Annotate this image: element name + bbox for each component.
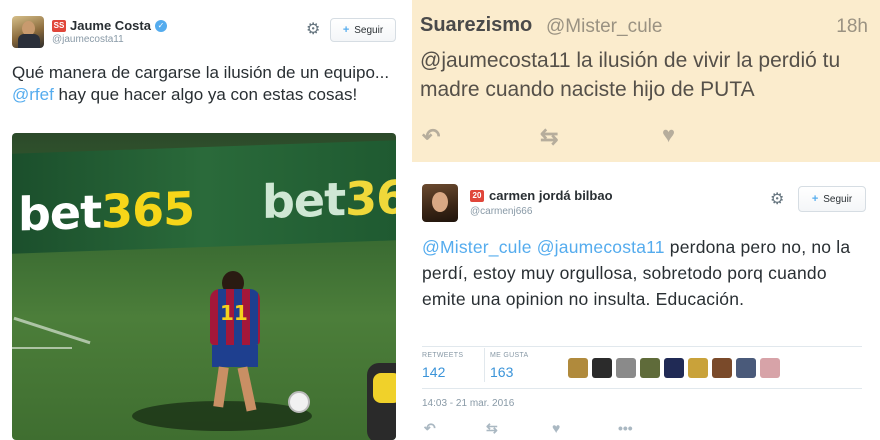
follow-button[interactable]: + Seguir [330, 18, 396, 42]
badge-icon: SS [52, 19, 66, 32]
retweets-count[interactable]: 142 [422, 364, 445, 380]
board-text-white: bet [262, 172, 346, 229]
likes-count[interactable]: 163 [490, 364, 513, 380]
author-handle[interactable]: @jaumecosta11 [52, 34, 124, 45]
tweet-text: @jaumecosta11 la ilusión de vivir la per… [420, 49, 841, 101]
avatar-face [432, 192, 448, 212]
mention-link[interactable]: @jaumecosta11 [537, 237, 665, 257]
retweet-icon[interactable]: ⇆ [540, 124, 558, 150]
liker-avatar[interactable] [688, 358, 708, 378]
heart-icon[interactable]: ♥ [662, 122, 675, 148]
board-text-yellow: 365 [101, 181, 195, 239]
gear-icon[interactable]: ⚙ [770, 192, 784, 208]
football [288, 391, 310, 413]
tweet-text: Qué manera de cargarse la ilusión de un … [12, 62, 392, 106]
author-name[interactable]: Suarezismo [420, 14, 532, 37]
liker-avatar[interactable] [592, 358, 612, 378]
tweet-photo[interactable]: bet365 bet36 11 [12, 133, 396, 440]
add-user-icon: + [811, 193, 819, 205]
board-text-white: bet [18, 184, 102, 242]
reply-icon[interactable]: ↶ [424, 420, 436, 437]
likes-label: ME GUSTA [490, 352, 529, 359]
avatar[interactable] [422, 184, 458, 222]
liker-avatar[interactable] [664, 358, 684, 378]
player-shorts [212, 345, 258, 367]
board-text: bet36 [262, 170, 396, 229]
avatar[interactable] [12, 16, 44, 48]
retweet-icon[interactable]: ⇆ [486, 420, 498, 437]
tweet-time[interactable]: 18h [836, 16, 868, 38]
liker-avatars [568, 358, 780, 378]
author-name[interactable]: carmen jordá bilbao [489, 188, 613, 203]
field-line [12, 347, 72, 349]
mention-link[interactable]: @rfef [12, 85, 54, 104]
badge-icon: 20 [470, 189, 484, 202]
board-text: bet365 [18, 181, 194, 241]
reply-icon[interactable]: ↶ [422, 124, 440, 150]
mention-link[interactable]: @Mister_cule [422, 237, 532, 257]
field-line [13, 316, 91, 345]
author-name[interactable]: Jaume Costa [70, 18, 151, 33]
more-icon[interactable]: ••• [618, 420, 633, 436]
liker-avatar[interactable] [760, 358, 780, 378]
tweet-text-part: hay que hacer algo ya con estas cosas! [53, 85, 358, 104]
heart-icon[interactable]: ♥ [552, 420, 560, 436]
avatar-shirt [18, 34, 40, 48]
follow-label: Seguir [354, 24, 384, 36]
verified-icon: ✓ [154, 19, 167, 32]
author-handle[interactable]: @carmenj666 [470, 206, 532, 217]
other-player [367, 363, 396, 440]
stats-divider [422, 388, 862, 389]
tweet-timestamp[interactable]: 14:03 - 21 mar. 2016 [422, 398, 514, 409]
author-row: SS Jaume Costa ✓ [52, 18, 167, 33]
board-text-yellow: 36 [345, 169, 396, 227]
tweet-text-part: Qué manera de cargarse la ilusión de un … [12, 63, 390, 82]
liker-avatar[interactable] [616, 358, 636, 378]
tweet-text: @Mister_cule @jaumecosta11 perdona pero … [422, 234, 872, 312]
liker-avatar[interactable] [568, 358, 588, 378]
stats-divider [422, 346, 862, 347]
add-user-icon: + [342, 24, 350, 36]
other-player-shirt [373, 373, 396, 403]
liker-avatar[interactable] [712, 358, 732, 378]
shirt-number: 11 [220, 301, 248, 325]
left-tweet: SS Jaume Costa ✓ @jaumecosta11 ⚙ + Segui… [0, 0, 406, 440]
author-row: 20 carmen jordá bilbao [470, 188, 613, 203]
player: 11 [202, 271, 272, 415]
reply-tweet-highlighted: Suarezismo @Mister_cule 18h @jaumecosta1… [412, 0, 880, 162]
retweets-label: RETWEETS [422, 352, 464, 359]
advertising-board: bet365 bet36 [12, 140, 396, 254]
follow-label: Seguir [823, 193, 853, 205]
player-leg [237, 366, 257, 412]
follow-button[interactable]: + Seguir [798, 186, 866, 212]
player-leg [213, 366, 229, 408]
gear-icon[interactable]: ⚙ [306, 22, 320, 38]
stats-separator [484, 348, 485, 382]
reply-tweet: 20 carmen jordá bilbao @carmenj666 ⚙ + S… [412, 162, 880, 440]
author-handle[interactable]: @Mister_cule [546, 16, 662, 38]
liker-avatar[interactable] [736, 358, 756, 378]
liker-avatar[interactable] [640, 358, 660, 378]
